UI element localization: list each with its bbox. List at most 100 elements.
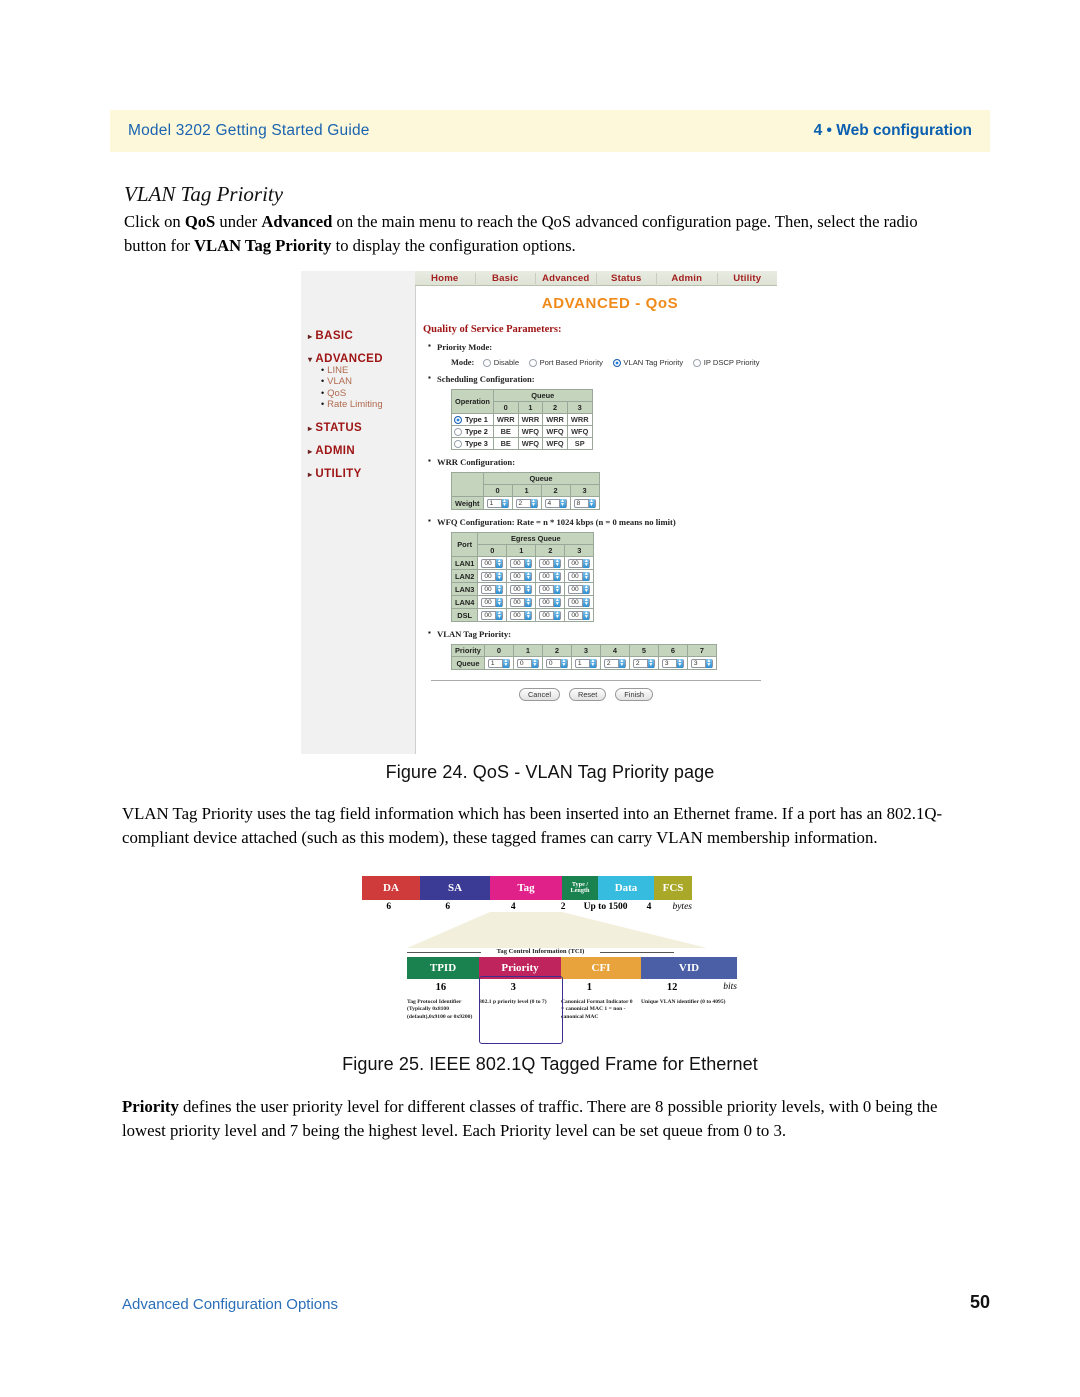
queue-stepper-p2[interactable]: 0 ▲ ▼: [545, 659, 568, 669]
scheduling-type3-radio[interactable]: Type 3: [451, 437, 494, 451]
queue-cell-p2[interactable]: 0 ▲ ▼: [541, 656, 572, 671]
radio-icon[interactable]: [454, 428, 462, 437]
radio-option-vlan-tag-priority[interactable]: VLAN Tag Priority: [612, 358, 683, 367]
wfq-cell[interactable]: 00 ▲ ▼: [506, 595, 537, 610]
queue-stepper-p6[interactable]: 3 ▲ ▼: [661, 659, 684, 669]
sidebar-item-basic[interactable]: ▸ BASIC: [301, 330, 415, 342]
nav-tab-basic[interactable]: Basic: [476, 272, 536, 284]
stepper-arrows-icon[interactable]: ▲ ▼: [529, 499, 537, 509]
scheduling-type2-radio[interactable]: Type 2: [451, 425, 494, 439]
stepper-arrows-icon[interactable]: ▲ ▼: [553, 611, 561, 621]
weight-cell-q3[interactable]: 8 ▲ ▼: [569, 496, 600, 511]
stepper-arrows-icon[interactable]: ▲ ▼: [675, 659, 683, 669]
stepper-arrows-icon[interactable]: ▲ ▼: [582, 559, 590, 569]
weight-stepper-q1[interactable]: 2 ▲ ▼: [515, 499, 538, 509]
wfq-cell[interactable]: 00 ▲ ▼: [535, 595, 566, 610]
stepper-arrows-icon[interactable]: ▲ ▼: [524, 598, 532, 608]
sidebar-item-advanced[interactable]: ▾ ADVANCED: [301, 353, 415, 365]
sidebar-subitem-line[interactable]: • LINE: [301, 365, 415, 376]
radio-icon[interactable]: [693, 359, 702, 367]
wfq-stepper[interactable]: 00 ▲ ▼: [481, 598, 504, 608]
sidebar-item-status[interactable]: ▸ STATUS: [301, 422, 415, 434]
sidebar-subitem-qos[interactable]: • QoS: [301, 388, 415, 399]
stepper-arrows-icon[interactable]: ▲ ▼: [558, 499, 566, 509]
wfq-cell[interactable]: 00 ▲ ▼: [477, 556, 508, 571]
stepper-arrows-icon[interactable]: ▲ ▼: [553, 598, 561, 608]
wfq-stepper[interactable]: 00 ▲ ▼: [539, 611, 562, 621]
stepper-arrows-icon[interactable]: ▲ ▼: [582, 611, 590, 621]
wfq-cell[interactable]: 00 ▲ ▼: [535, 582, 566, 597]
stepper-arrows-icon[interactable]: ▲ ▼: [495, 598, 503, 608]
stepper-arrows-icon[interactable]: ▲ ▼: [582, 598, 590, 608]
wfq-stepper[interactable]: 00 ▲ ▼: [568, 572, 591, 582]
finish-button[interactable]: Finish: [615, 688, 654, 702]
stepper-arrows-icon[interactable]: ▲ ▼: [500, 499, 508, 509]
queue-stepper-p5[interactable]: 2 ▲ ▼: [632, 659, 655, 669]
wfq-cell[interactable]: 00 ▲ ▼: [564, 569, 595, 584]
wfq-stepper[interactable]: 00 ▲ ▼: [510, 585, 533, 595]
sidebar-item-admin[interactable]: ▸ ADMIN: [301, 445, 415, 457]
queue-stepper-p0[interactable]: 1 ▲ ▼: [487, 659, 510, 669]
wfq-cell[interactable]: 00 ▲ ▼: [535, 608, 566, 623]
nav-tab-utility[interactable]: Utility: [718, 273, 778, 284]
wfq-stepper[interactable]: 00 ▲ ▼: [510, 598, 533, 608]
wfq-cell[interactable]: 00 ▲ ▼: [506, 569, 537, 584]
nav-tab-status[interactable]: Status: [597, 272, 657, 284]
nav-tab-admin[interactable]: Admin: [657, 272, 718, 284]
wfq-stepper[interactable]: 00 ▲ ▼: [568, 598, 591, 608]
stepper-arrows-icon[interactable]: ▲ ▼: [553, 572, 561, 582]
queue-stepper-p1[interactable]: 0 ▲ ▼: [516, 659, 539, 669]
wfq-stepper[interactable]: 00 ▲ ▼: [568, 611, 591, 621]
stepper-arrows-icon[interactable]: ▲ ▼: [495, 559, 503, 569]
sidebar-subitem-vlan[interactable]: • VLAN: [301, 376, 415, 387]
stepper-arrows-icon[interactable]: ▲ ▼: [495, 572, 503, 582]
wfq-stepper[interactable]: 00 ▲ ▼: [510, 559, 533, 569]
weight-stepper-q2[interactable]: 4 ▲ ▼: [544, 499, 567, 509]
stepper-arrows-icon[interactable]: ▲ ▼: [582, 585, 590, 595]
wfq-cell[interactable]: 00 ▲ ▼: [506, 608, 537, 623]
radio-option-ip-dscp-priority[interactable]: IP DSCP Priority: [693, 358, 760, 367]
stepper-arrows-icon[interactable]: ▲ ▼: [588, 659, 596, 669]
radio-icon[interactable]: [529, 359, 538, 367]
stepper-arrows-icon[interactable]: ▲ ▼: [524, 585, 532, 595]
scheduling-type1-radio[interactable]: Type 1: [451, 412, 494, 427]
wfq-cell[interactable]: 00 ▲ ▼: [564, 556, 595, 571]
wfq-stepper[interactable]: 00 ▲ ▼: [481, 611, 504, 621]
queue-cell-p4[interactable]: 2 ▲ ▼: [599, 656, 630, 671]
stepper-arrows-icon[interactable]: ▲ ▼: [524, 559, 532, 569]
weight-stepper-q3[interactable]: 8 ▲ ▼: [573, 499, 596, 509]
wfq-stepper[interactable]: 00 ▲ ▼: [539, 585, 562, 595]
queue-stepper-p7[interactable]: 3 ▲ ▼: [690, 659, 713, 669]
wfq-cell[interactable]: 00 ▲ ▼: [564, 582, 595, 597]
radio-icon[interactable]: [454, 440, 462, 449]
radio-icon-selected[interactable]: [612, 359, 621, 367]
wfq-stepper[interactable]: 00 ▲ ▼: [481, 572, 504, 582]
reset-button[interactable]: Reset: [568, 688, 607, 702]
cancel-button[interactable]: Cancel: [518, 688, 560, 702]
stepper-arrows-icon[interactable]: ▲ ▼: [587, 499, 595, 509]
queue-cell-p0[interactable]: 1 ▲ ▼: [483, 656, 514, 671]
stepper-arrows-icon[interactable]: ▲ ▼: [553, 559, 561, 569]
sidebar-item-utility[interactable]: ▸ UTILITY: [301, 468, 415, 480]
stepper-arrows-icon[interactable]: ▲ ▼: [617, 659, 625, 669]
wfq-stepper[interactable]: 00 ▲ ▼: [568, 585, 591, 595]
wfq-cell[interactable]: 00 ▲ ▼: [477, 569, 508, 584]
queue-cell-p5[interactable]: 2 ▲ ▼: [628, 656, 659, 671]
stepper-arrows-icon[interactable]: ▲ ▼: [524, 611, 532, 621]
stepper-arrows-icon[interactable]: ▲ ▼: [646, 659, 654, 669]
wfq-stepper[interactable]: 00 ▲ ▼: [539, 572, 562, 582]
nav-tab-advanced[interactable]: Advanced: [536, 272, 597, 284]
wfq-stepper[interactable]: 00 ▲ ▼: [481, 559, 504, 569]
stepper-arrows-icon[interactable]: ▲ ▼: [559, 659, 567, 669]
stepper-arrows-icon[interactable]: ▲ ▼: [501, 659, 509, 669]
wfq-cell[interactable]: 00 ▲ ▼: [477, 608, 508, 623]
weight-cell-q1[interactable]: 2 ▲ ▼: [511, 496, 542, 511]
wfq-cell[interactable]: 00 ▲ ▼: [506, 556, 537, 571]
stepper-arrows-icon[interactable]: ▲ ▼: [524, 572, 532, 582]
weight-stepper-q0[interactable]: 1 ▲ ▼: [486, 499, 509, 509]
queue-stepper-p3[interactable]: 1 ▲ ▼: [574, 659, 597, 669]
wfq-stepper[interactable]: 00 ▲ ▼: [481, 585, 504, 595]
stepper-arrows-icon[interactable]: ▲ ▼: [530, 659, 538, 669]
queue-stepper-p4[interactable]: 2 ▲ ▼: [603, 659, 626, 669]
radio-icon-selected[interactable]: [454, 416, 462, 425]
